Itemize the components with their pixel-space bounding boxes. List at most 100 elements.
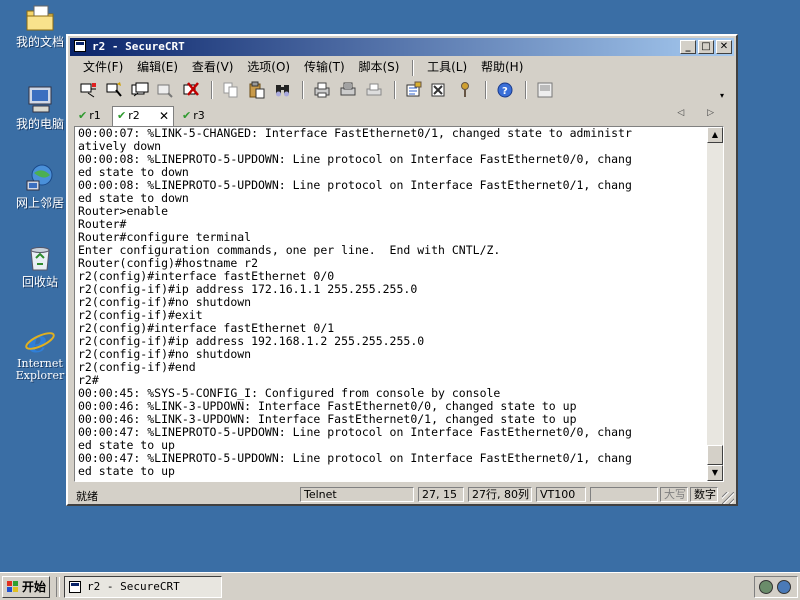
connected-check-icon: ✔: [117, 109, 127, 122]
terminal-line: r2(config-if)#end: [78, 360, 196, 374]
terminal-line: ed state to up: [78, 438, 175, 452]
terminal-line: Router#configure terminal: [78, 230, 252, 244]
scroll-down-icon[interactable]: ▼: [707, 465, 723, 481]
close-button[interactable]: ✕: [716, 40, 732, 54]
connected-check-icon: ✔: [182, 109, 192, 122]
quick-connect-icon[interactable]: [104, 80, 124, 100]
copy-icon[interactable]: [221, 80, 241, 100]
title-bar[interactable]: r2 - SecureCRT _ □ ✕: [70, 38, 734, 56]
toolbar-separator: [302, 81, 305, 99]
terminal-line: Router#: [78, 217, 127, 231]
tab-r2[interactable]: ✔ r2 ✕: [112, 106, 174, 126]
tab-r3[interactable]: ✔ r3: [182, 108, 205, 126]
my-computer-icon: [24, 84, 56, 116]
network-places-icon: [24, 163, 56, 195]
securecrt-window: r2 - SecureCRT _ □ ✕ 文件(F) 编辑(E) 查看(V) 选…: [66, 34, 738, 506]
desktop-icon-my-computer[interactable]: 我的电脑: [8, 84, 72, 131]
terminal-line: 00:00:46: %LINK-3-UPDOWN: Interface Fast…: [78, 399, 577, 413]
start-button[interactable]: 开始: [2, 576, 50, 598]
status-protocol: Telnet: [300, 487, 414, 502]
task-title: r2 - SecureCRT: [87, 580, 180, 593]
terminal-line: Router>enable: [78, 204, 169, 218]
connect-tab-icon[interactable]: [130, 80, 150, 100]
scroll-up-icon[interactable]: ▲: [707, 127, 723, 143]
terminal-line: ed state to up: [78, 464, 175, 478]
menu-help[interactable]: 帮助(H): [476, 58, 528, 77]
menu-view[interactable]: 查看(V): [187, 58, 239, 77]
system-tray: [754, 576, 798, 598]
print-setup-icon[interactable]: [364, 80, 384, 100]
toolbar-separator: [211, 81, 214, 99]
terminal-line: r2(config-if)#ip address 172.16.1.1 255.…: [78, 282, 418, 296]
taskbar: 开始 r2 - SecureCRT: [0, 572, 800, 600]
status-terminal-type: VT100: [536, 487, 586, 502]
terminal-line: 00:00:45: %SYS-5-CONFIG_I: Configured fr…: [78, 386, 501, 400]
session-options-icon[interactable]: [404, 80, 424, 100]
print-selection-icon[interactable]: [338, 80, 358, 100]
taskbar-securecrt-button[interactable]: r2 - SecureCRT: [64, 576, 222, 598]
menu-options[interactable]: 选项(O): [242, 58, 295, 77]
desktop-icon-internet-explorer[interactable]: e Internet Explorer: [8, 324, 72, 382]
start-label: 开始: [22, 580, 47, 594]
tab-r1[interactable]: ✔ r1: [78, 108, 101, 126]
terminal-line: ed state to down: [78, 165, 189, 179]
securecrt-task-icon: [69, 581, 81, 593]
global-options-icon[interactable]: [429, 80, 449, 100]
menu-file[interactable]: 文件(F): [78, 58, 128, 77]
menu-tools[interactable]: 工具(L): [422, 58, 472, 77]
keymap-icon[interactable]: [455, 80, 475, 100]
desktop-icon-recycle-bin[interactable]: 回收站: [8, 242, 72, 289]
disconnect-icon[interactable]: [181, 80, 201, 100]
terminal-line: Enter configuration commands, one per li…: [78, 243, 501, 257]
status-blank-panel: [590, 487, 658, 502]
status-caps-lock: 大写: [660, 487, 688, 502]
toolbar-separator: [393, 81, 396, 99]
tray-volume-icon[interactable]: [777, 580, 791, 594]
help-icon[interactable]: ?: [495, 80, 515, 100]
taskbar-divider: [56, 577, 60, 597]
my-documents-icon: [24, 2, 56, 34]
menu-script[interactable]: 脚本(S): [353, 58, 404, 77]
desktop-icon-my-documents[interactable]: 我的文档: [8, 2, 72, 49]
terminal-line: atively down: [78, 139, 162, 153]
terminal-line: 00:00:47: %LINEPROTO-5-UPDOWN: Line prot…: [78, 451, 632, 465]
securecrt-app-icon[interactable]: [74, 40, 86, 52]
status-terminal-size: 27行, 80列: [468, 487, 532, 502]
status-ready: 就绪: [76, 490, 98, 503]
maximize-button[interactable]: □: [698, 40, 714, 54]
terminal-line: r2(config-if)#ip address 192.168.1.2 255…: [78, 334, 425, 348]
reconnect-icon[interactable]: [155, 80, 175, 100]
scrollbar-thumb[interactable]: [707, 445, 723, 465]
minimize-button[interactable]: _: [680, 40, 696, 54]
terminal-line: ed state to down: [78, 191, 189, 205]
toolbar-separator: [485, 81, 488, 99]
svg-text:?: ?: [502, 86, 508, 97]
terminal-output[interactable]: 00:00:07: %LINK-5-CHANGED: Interface Fas…: [78, 127, 714, 478]
window-title: r2 - SecureCRT: [92, 40, 185, 53]
paste-icon[interactable]: [247, 80, 267, 100]
vertical-scrollbar[interactable]: ▲ ▼: [707, 127, 723, 481]
terminal-line: 00:00:08: %LINEPROTO-5-UPDOWN: Line prot…: [78, 152, 632, 166]
tab-close-icon[interactable]: ✕: [159, 107, 169, 125]
terminal-line: Router(config)#hostname r2: [78, 256, 259, 270]
status-bar: 就绪 Telnet 27, 15 27行, 80列 VT100 大写 数字: [70, 486, 734, 504]
menu-transfer[interactable]: 传输(T): [299, 58, 350, 77]
tab-scroll-arrows[interactable]: ◁ ▷: [677, 108, 724, 118]
toolbar-chevron-icon[interactable]: ▾: [720, 92, 728, 102]
desktop-icon-label: Internet Explorer: [15, 357, 65, 382]
connect-icon[interactable]: [78, 80, 98, 100]
desktop-icon-label: 我的文档: [15, 35, 64, 49]
desktop-icon-label: 网上邻居: [15, 196, 64, 210]
print-icon[interactable]: [312, 80, 332, 100]
resize-grip-icon[interactable]: [722, 492, 734, 504]
session-tabs: ✔ r1 ✔ r2 ✕ ✔ r3 ◁ ▷: [74, 106, 730, 126]
terminal-line: 00:00:46: %LINK-3-UPDOWN: Interface Fast…: [78, 412, 577, 426]
tab-label: r3: [193, 109, 205, 122]
menu-edit[interactable]: 编辑(E): [132, 58, 183, 77]
terminal-area[interactable]: 00:00:07: %LINK-5-CHANGED: Interface Fas…: [74, 126, 724, 482]
status-num-lock: 数字: [690, 487, 718, 502]
find-icon[interactable]: [273, 80, 293, 100]
log-icon[interactable]: [535, 80, 555, 100]
tray-network-icon[interactable]: [759, 580, 773, 594]
desktop-icon-network-places[interactable]: 网上邻居: [8, 163, 72, 210]
